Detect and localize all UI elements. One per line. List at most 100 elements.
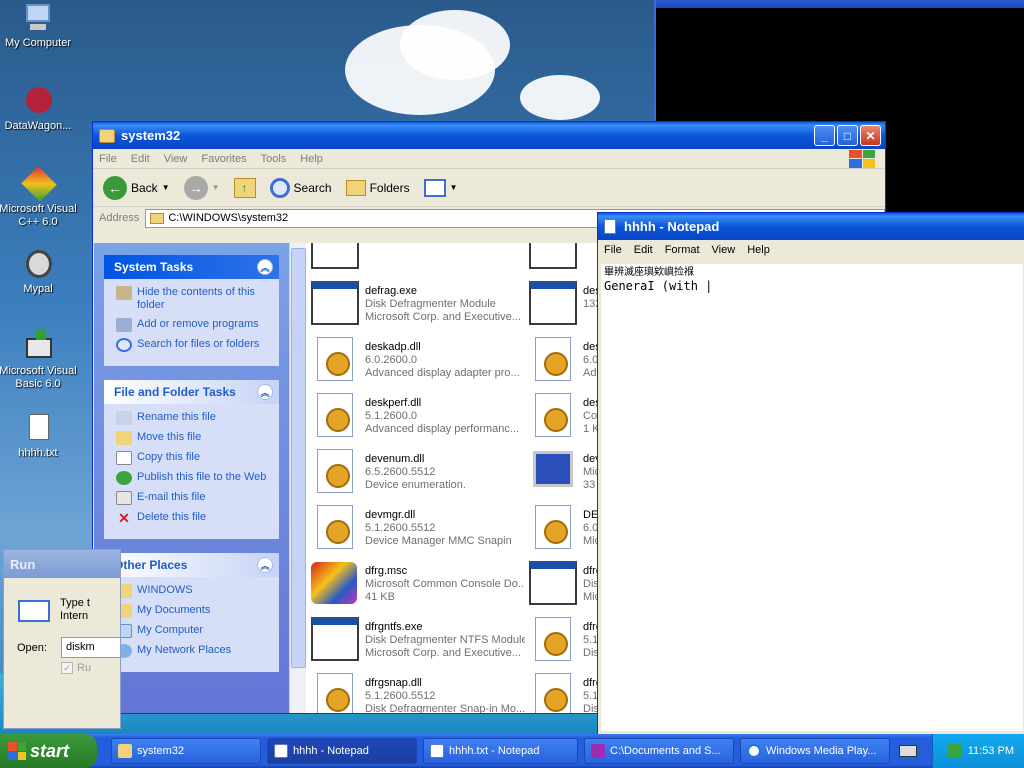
minimize-button[interactable]: _ bbox=[814, 125, 835, 146]
dll-file-icon bbox=[535, 393, 571, 437]
system-tasks-panel: System Tasks ︽ Hide the contents of this… bbox=[104, 255, 279, 366]
task-documents[interactable]: C:\Documents and S... bbox=[584, 738, 734, 764]
file-description: Disk Defragmenter Module bbox=[365, 298, 496, 310]
task-move[interactable]: Move this file bbox=[116, 431, 271, 445]
file-icon-wrap bbox=[529, 279, 577, 327]
scrollbar-thumb[interactable] bbox=[291, 248, 306, 668]
up-folder-button[interactable]: ↑ bbox=[230, 176, 260, 200]
file-item[interactable]: dfrg.msc Microsoft Common Console Do... 41… bbox=[311, 559, 525, 607]
keyboard-icon[interactable] bbox=[896, 738, 920, 764]
file-item[interactable]: devenum.dll 6.5.2600.5512 Device enumerati… bbox=[311, 447, 525, 495]
file-name: dfrgsnap.dll bbox=[365, 677, 422, 689]
file-item[interactable]: devmgr.dll 5.1.2600.5512 Device Manager MM… bbox=[311, 503, 525, 551]
file-item[interactable]: deskperf.dll 5.1.2600.0 Advanced display p… bbox=[311, 391, 525, 439]
chevron-down-icon[interactable]: ▼ bbox=[162, 183, 170, 192]
explorer-title: system32 bbox=[121, 128, 181, 143]
file-item[interactable]: deskadp.dll 6.0.2600.0 Advanced display ad… bbox=[311, 335, 525, 383]
task-rename[interactable]: Rename this file bbox=[116, 411, 271, 425]
menu-file[interactable]: File bbox=[604, 244, 622, 256]
menu-view[interactable]: View bbox=[712, 244, 736, 256]
file-folder-tasks-header[interactable]: File and Folder Tasks ︽ bbox=[104, 380, 279, 404]
task-search-files[interactable]: Search for files or folders bbox=[116, 338, 271, 352]
chevron-down-icon[interactable]: ▼ bbox=[450, 183, 458, 192]
collapse-icon[interactable]: ︽ bbox=[257, 259, 273, 275]
run-dialog[interactable]: Run Type t Intern Open: diskm ✓ Ru bbox=[3, 549, 121, 729]
task-email[interactable]: E-mail this file bbox=[116, 491, 271, 505]
folders-button[interactable]: Folders bbox=[342, 178, 414, 198]
task-hhhh-txt-notepad[interactable]: hhhh.txt - Notepad bbox=[423, 738, 578, 764]
place-my-computer[interactable]: My Computer bbox=[116, 624, 271, 638]
task-delete[interactable]: ✕ Delete this file bbox=[116, 511, 271, 525]
menu-help[interactable]: Help bbox=[747, 244, 770, 256]
file-details: defrag.exe Disk Defragmenter Module Micros… bbox=[365, 279, 525, 327]
menu-tools[interactable]: Tools bbox=[261, 153, 287, 165]
file-icon-wrap bbox=[529, 615, 577, 663]
file-icon-wrap bbox=[529, 447, 577, 495]
file-name: dfrgntfs.exe bbox=[365, 621, 423, 633]
start-button[interactable]: start bbox=[0, 734, 97, 768]
file-item[interactable]: dfrgntfs.exe Disk Defragmenter NTFS Modul… bbox=[311, 615, 525, 663]
run-checkbox[interactable]: ✓ Ru bbox=[61, 662, 91, 674]
chevron-down-icon[interactable]: ▼ bbox=[212, 183, 220, 192]
desktop-icon-hhhh-txt[interactable]: hhhh.txt bbox=[0, 412, 80, 460]
file-item[interactable]: dfrgsnap.dll 5.1.2600.5512 Disk Defragment… bbox=[311, 671, 525, 713]
task-add-remove-programs[interactable]: Add or remove programs bbox=[116, 318, 271, 332]
task-copy[interactable]: Copy this file bbox=[116, 451, 271, 465]
menu-help[interactable]: Help bbox=[300, 153, 323, 165]
menu-favorites[interactable]: Favorites bbox=[201, 153, 246, 165]
task-system32[interactable]: system32 bbox=[111, 738, 261, 764]
maximize-button[interactable]: □ bbox=[837, 125, 858, 146]
clock[interactable]: 11:53 PM bbox=[968, 745, 1014, 757]
network-icon[interactable] bbox=[947, 744, 962, 758]
file-detail: Microsoft Corp. and Executive... bbox=[365, 647, 521, 659]
views-button[interactable]: ▼ bbox=[420, 177, 462, 199]
run-open-input[interactable]: diskm bbox=[61, 637, 120, 658]
file-details: devenum.dll 6.5.2600.5512 Device enumerati… bbox=[365, 447, 525, 495]
notepad-window[interactable]: hhhh - Notepad File Edit Format View Hel… bbox=[597, 212, 1024, 735]
file-item[interactable]: defrag.exe Disk Defragmenter Module Micros… bbox=[311, 279, 525, 327]
place-windows[interactable]: WINDOWS bbox=[116, 584, 271, 598]
task-publish[interactable]: Publish this file to the Web bbox=[116, 471, 271, 485]
collapse-icon[interactable]: ︽ bbox=[257, 384, 273, 400]
task-hide-contents[interactable]: Hide the contents of this folder bbox=[116, 286, 271, 312]
notepad-titlebar[interactable]: hhhh - Notepad bbox=[598, 213, 1024, 240]
menu-edit[interactable]: Edit bbox=[131, 153, 150, 165]
desktop-icon-visual-cpp[interactable]: Microsoft Visual C++ 6.0 bbox=[0, 166, 80, 229]
explorer-titlebar[interactable]: system32 _ □ ✕ bbox=[93, 122, 885, 149]
menu-file[interactable]: File bbox=[99, 153, 117, 165]
menu-view[interactable]: View bbox=[164, 153, 188, 165]
desktop-icon-my-computer[interactable]: My Computer bbox=[0, 2, 80, 50]
file-icon-wrap bbox=[529, 335, 577, 383]
desktop-icon-datawagon[interactable]: DataWagon... bbox=[0, 85, 80, 133]
place-my-network-places[interactable]: My Network Places bbox=[116, 644, 271, 658]
dll-file-icon bbox=[535, 617, 571, 661]
menu-format[interactable]: Format bbox=[665, 244, 700, 256]
computer-icon bbox=[533, 451, 573, 487]
system-tasks-header[interactable]: System Tasks ︽ bbox=[104, 255, 279, 279]
place-my-documents[interactable]: My Documents bbox=[116, 604, 271, 618]
file-name: defrag.exe bbox=[365, 285, 417, 297]
desktop-icon-visual-basic[interactable]: Microsoft Visual Basic 6.0 bbox=[0, 330, 80, 391]
menu-edit[interactable]: Edit bbox=[634, 244, 653, 256]
file-details: dfrg.msc Microsoft Common Console Do... 41… bbox=[365, 559, 525, 607]
file-details: deskadp.dll 6.0.2600.0 Advanced display ad… bbox=[365, 335, 525, 383]
back-arrow-icon: ← bbox=[103, 175, 127, 200]
dll-file-icon bbox=[317, 337, 353, 381]
forward-button[interactable]: → ▼ bbox=[180, 174, 224, 202]
back-button[interactable]: ← Back ▼ bbox=[99, 174, 174, 202]
search-button[interactable]: Search bbox=[266, 176, 336, 200]
vertical-scrollbar[interactable] bbox=[289, 243, 306, 713]
file-icon-wrap bbox=[529, 671, 577, 713]
file-icon-wrap bbox=[529, 559, 577, 607]
desktop-icon-mypal[interactable]: Mypal bbox=[0, 248, 80, 296]
collapse-icon[interactable]: ︽ bbox=[257, 557, 273, 573]
notepad-text-area[interactable]: 畢辨滅座璵欸嶼捡褓 GeneraI (with | bbox=[601, 264, 1023, 731]
dll-file-icon bbox=[317, 393, 353, 437]
close-button[interactable]: ✕ bbox=[860, 125, 881, 146]
other-places-header[interactable]: Other Places ︽ bbox=[104, 553, 279, 577]
task-hhhh-notepad[interactable]: hhhh - Notepad bbox=[267, 738, 417, 764]
file-item[interactable]: 256 KB bbox=[311, 243, 525, 271]
file-description: Disk Defragmenter NTFS Module bbox=[365, 634, 525, 646]
rename-icon bbox=[116, 411, 132, 425]
task-windows-media-player[interactable]: Windows Media Play... bbox=[740, 738, 890, 764]
